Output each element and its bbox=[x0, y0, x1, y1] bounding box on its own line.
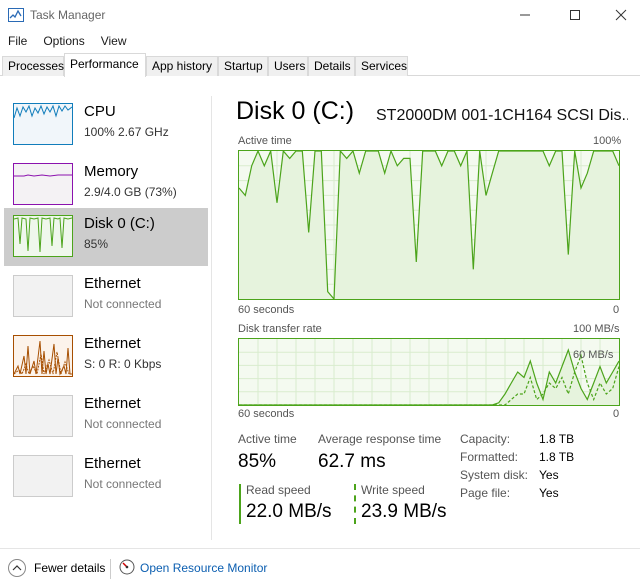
info-formatted-label: Formatted: bbox=[460, 450, 519, 464]
active-time-graph-canvas bbox=[239, 151, 619, 299]
memory-thumbnail-graph bbox=[14, 174, 72, 177]
info-page-file-label: Page file: bbox=[460, 486, 511, 500]
sidebar-ethernet-1-title: Ethernet bbox=[84, 275, 141, 292]
stat-avg-response-label: Average response time bbox=[318, 432, 442, 446]
active-time-graph bbox=[238, 150, 620, 300]
resource-monitor-icon bbox=[119, 559, 135, 575]
active-time-graph-duration: 60 seconds bbox=[238, 304, 295, 316]
tab-services[interactable]: Services bbox=[355, 56, 408, 76]
sidebar-cpu-title: CPU bbox=[84, 103, 116, 120]
sidebar-ethernet-3-title: Ethernet bbox=[84, 395, 141, 412]
stat-read-speed-value: 22.0 MB/s bbox=[246, 501, 332, 522]
sidebar-ethernet-1-subtitle: Not connected bbox=[84, 297, 162, 311]
disk-title: Disk 0 (C:) bbox=[236, 97, 355, 125]
sidebar-disk-subtitle: 85% bbox=[84, 237, 109, 251]
ethernet-2-thumbnail-graph bbox=[14, 340, 72, 376]
menu-bar: File Options View bbox=[0, 30, 640, 52]
footer-separator bbox=[110, 559, 111, 579]
info-formatted-value: 1.8 TB bbox=[539, 450, 575, 464]
sidebar-item-ethernet-3[interactable]: Ethernet Not connected bbox=[4, 388, 208, 446]
cpu-thumbnail-graph bbox=[14, 104, 72, 119]
ethernet-2-thumbnail bbox=[13, 335, 73, 377]
open-resource-monitor-link[interactable]: Open Resource Monitor bbox=[140, 561, 267, 575]
transfer-rate-graph bbox=[238, 338, 620, 406]
active-time-graph-label: Active time bbox=[238, 135, 292, 147]
footer: Fewer details Open Resource Monitor bbox=[0, 548, 640, 588]
active-time-graph-max: 100% bbox=[593, 135, 622, 147]
stat-write-speed-label: Write speed bbox=[361, 483, 425, 497]
sidebar-ethernet-4-title: Ethernet bbox=[84, 455, 141, 472]
maximize-button[interactable] bbox=[552, 0, 598, 30]
stat-write-speed-value: 23.9 MB/s bbox=[361, 501, 447, 522]
sidebar-item-cpu[interactable]: CPU 100% 2.67 GHz bbox=[4, 96, 208, 154]
performance-sidebar: CPU 100% 2.67 GHz Memory 2.9/4.0 GB (73%… bbox=[0, 96, 210, 540]
minimize-icon bbox=[520, 14, 530, 16]
sidebar-item-ethernet-1[interactable]: Ethernet Not connected bbox=[4, 268, 208, 326]
minimize-button[interactable] bbox=[502, 0, 548, 30]
transfer-rate-graph-canvas bbox=[239, 339, 619, 405]
menu-file[interactable]: File bbox=[0, 30, 35, 52]
cpu-thumbnail bbox=[13, 103, 73, 145]
title-bar: Task Manager bbox=[0, 0, 640, 30]
disk-thumbnail bbox=[13, 215, 73, 257]
tab-users[interactable]: Users bbox=[268, 56, 308, 76]
close-icon bbox=[615, 9, 627, 21]
window-title: Task Manager bbox=[30, 8, 106, 22]
sidebar-ethernet-2-subtitle: S: 0 R: 0 Kbps bbox=[84, 357, 162, 371]
sidebar-memory-title: Memory bbox=[84, 163, 139, 180]
fewer-details-button[interactable] bbox=[8, 559, 26, 577]
stat-active-time-label: Active time bbox=[238, 432, 297, 446]
stat-active-time-value: 85% bbox=[238, 451, 277, 472]
stat-read-speed-label: Read speed bbox=[246, 483, 311, 497]
transfer-rate-graph-label: Disk transfer rate bbox=[238, 323, 322, 335]
info-system-disk-value: Yes bbox=[539, 468, 559, 482]
write-speed-indicator bbox=[354, 484, 356, 524]
active-time-series-area bbox=[239, 151, 619, 299]
info-capacity-value: 1.8 TB bbox=[539, 432, 575, 446]
sidebar-ethernet-2-title: Ethernet bbox=[84, 335, 141, 352]
memory-thumbnail bbox=[13, 163, 73, 205]
fewer-details-label[interactable]: Fewer details bbox=[34, 561, 105, 575]
sidebar-disk-title: Disk 0 (C:) bbox=[84, 215, 155, 232]
sidebar-cpu-subtitle: 100% 2.67 GHz bbox=[84, 125, 169, 139]
sidebar-divider bbox=[211, 96, 212, 540]
read-speed-indicator bbox=[239, 484, 241, 524]
task-manager-icon bbox=[8, 8, 24, 22]
stat-avg-response-value: 62.7 ms bbox=[318, 451, 386, 472]
transfer-rate-graph-duration: 60 seconds bbox=[238, 408, 295, 420]
transfer-rate-graph-mid: 60 MB/s bbox=[573, 349, 614, 361]
tab-bar: Processes Performance App history Startu… bbox=[0, 52, 640, 77]
sidebar-item-ethernet-4[interactable]: Ethernet Not connected bbox=[4, 448, 208, 506]
info-page-file-value: Yes bbox=[539, 486, 559, 500]
close-button[interactable] bbox=[598, 0, 640, 30]
menu-options[interactable]: Options bbox=[35, 30, 92, 52]
transfer-rate-graph-min: 0 bbox=[613, 408, 620, 420]
tab-processes[interactable]: Processes bbox=[2, 56, 64, 76]
sidebar-item-ethernet-2[interactable]: Ethernet S: 0 R: 0 Kbps bbox=[4, 328, 208, 386]
ethernet-4-thumbnail bbox=[13, 455, 73, 497]
info-system-disk-label: System disk: bbox=[460, 468, 529, 482]
active-time-graph-min: 0 bbox=[613, 304, 620, 316]
disk-thumbnail-graph bbox=[14, 217, 72, 253]
tab-startup[interactable]: Startup bbox=[218, 56, 268, 76]
sidebar-ethernet-4-subtitle: Not connected bbox=[84, 477, 162, 491]
sidebar-memory-subtitle: 2.9/4.0 GB (73%) bbox=[84, 185, 177, 199]
ethernet-3-thumbnail bbox=[13, 395, 73, 437]
disk-model: ST2000DM 001-1CH164 SCSI Dis... bbox=[376, 107, 628, 124]
sidebar-ethernet-3-subtitle: Not connected bbox=[84, 417, 162, 431]
ethernet-1-thumbnail bbox=[13, 275, 73, 317]
tab-details[interactable]: Details bbox=[308, 56, 355, 76]
tab-performance[interactable]: Performance bbox=[64, 53, 146, 77]
menu-view[interactable]: View bbox=[93, 30, 135, 52]
info-capacity-label: Capacity: bbox=[460, 432, 511, 446]
tab-app-history[interactable]: App history bbox=[146, 56, 218, 76]
transfer-rate-graph-max: 100 MB/s bbox=[573, 323, 620, 335]
chevron-up-icon bbox=[12, 565, 22, 571]
sidebar-item-disk-0[interactable]: Disk 0 (C:) 85% bbox=[4, 208, 208, 266]
maximize-icon bbox=[570, 10, 580, 20]
sidebar-item-memory[interactable]: Memory 2.9/4.0 GB (73%) bbox=[4, 156, 208, 214]
